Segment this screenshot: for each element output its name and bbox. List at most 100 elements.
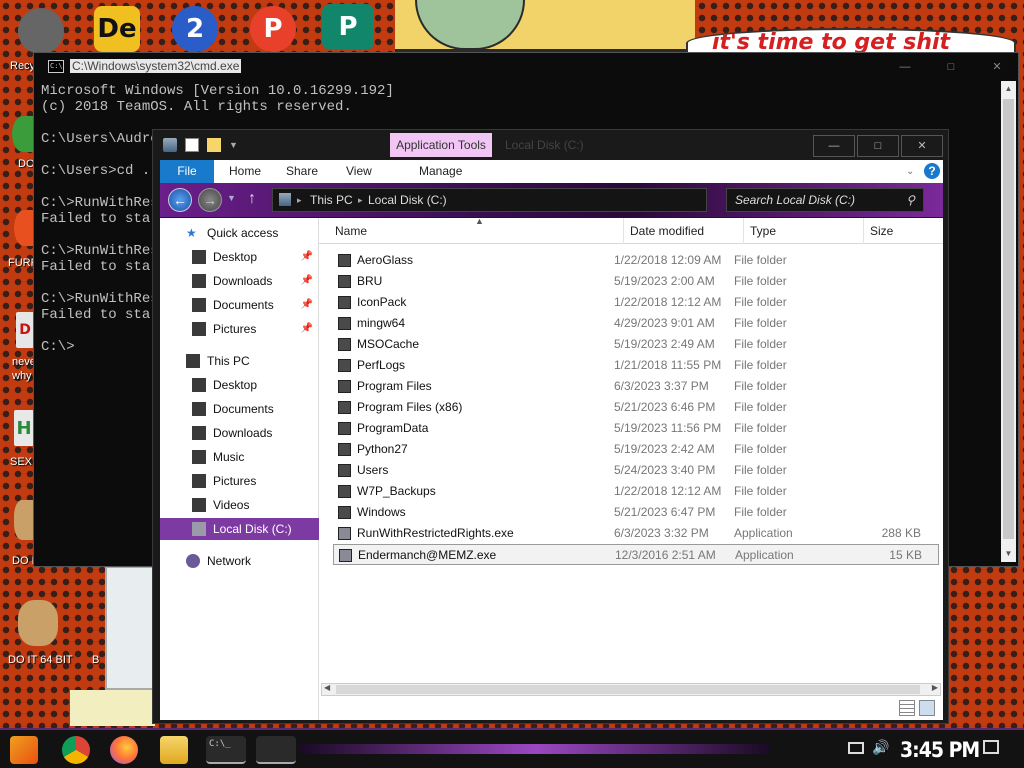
scroll-thumb[interactable]: [1003, 99, 1014, 539]
file-row[interactable]: BRU 5/19/2023 2:00 AM File folder: [333, 271, 939, 292]
horizontal-scrollbar[interactable]: ◀ ▶: [321, 683, 941, 696]
desktop-label: Recy: [10, 60, 36, 72]
firefox-icon[interactable]: [110, 736, 138, 764]
column-size[interactable]: Size: [863, 218, 943, 244]
chrome-icon[interactable]: [62, 736, 90, 764]
notifications-icon[interactable]: [983, 740, 999, 754]
start-icon[interactable]: [10, 736, 38, 764]
desktop-icon-chrome[interactable]: [12, 116, 34, 152]
column-name[interactable]: Name: [329, 218, 623, 244]
nav-item-videos[interactable]: Videos: [160, 494, 319, 516]
file-row[interactable]: W7P_Backups 1/22/2018 12:12 AM File folder: [333, 481, 939, 502]
file-row[interactable]: MSOCache 5/19/2023 2:49 AM File folder: [333, 334, 939, 355]
new-folder-icon[interactable]: [207, 138, 221, 152]
file-row[interactable]: mingw64 4/29/2023 9:01 AM File folder: [333, 313, 939, 334]
up-button[interactable]: ↑: [248, 190, 256, 208]
nav-item-label: Desktop: [213, 378, 258, 392]
recent-locations-icon[interactable]: ▼: [227, 193, 236, 203]
large-icons-view-icon[interactable]: [919, 700, 935, 716]
close-button[interactable]: ✕: [901, 135, 943, 157]
nav-item-downloads[interactable]: Downloads: [160, 422, 319, 444]
back-button[interactable]: ←: [168, 188, 192, 212]
folder-icon: [338, 338, 351, 351]
desktop-icon-de[interactable]: De: [94, 6, 140, 52]
tab-view[interactable]: View: [346, 160, 372, 183]
maximize-button[interactable]: □: [932, 57, 970, 77]
nav-item-desktop[interactable]: Desktop 📌: [160, 246, 319, 268]
scroll-up-icon[interactable]: ▲: [1001, 81, 1016, 97]
scroll-right-icon[interactable]: ▶: [932, 683, 938, 692]
nav-item-pictures[interactable]: Pictures: [160, 470, 319, 492]
file-row[interactable]: AeroGlass 1/22/2018 12:09 AM File folder: [333, 250, 939, 271]
desktop-icon-p[interactable]: P: [250, 6, 296, 52]
downloads-icon: [192, 426, 206, 440]
scroll-left-icon[interactable]: ◀: [324, 683, 330, 692]
minimize-button[interactable]: —: [813, 135, 855, 157]
minimize-button[interactable]: —: [886, 57, 924, 77]
breadcrumb-local-disk[interactable]: Local Disk (C:): [368, 189, 447, 211]
nav-item-this-pc[interactable]: This PC: [160, 350, 319, 372]
cmd-icon[interactable]: C:\_: [206, 736, 246, 764]
file-row[interactable]: Endermanch@MEMZ.exe 12/3/2016 2:51 AM Appl…: [333, 544, 939, 565]
nav-item-network[interactable]: Network: [160, 550, 319, 572]
desktop-icon-sex[interactable]: H: [14, 410, 34, 446]
clock[interactable]: 3:45 PM: [900, 738, 980, 762]
desktop-icon-recycle[interactable]: [18, 8, 64, 54]
scroll-thumb[interactable]: [336, 685, 920, 694]
tab-home[interactable]: Home: [229, 160, 261, 183]
cmd-scrollbar[interactable]: ▲ ▼: [1001, 81, 1016, 562]
folder-icon: [338, 422, 351, 435]
expand-ribbon-icon[interactable]: ⌄: [906, 160, 914, 183]
app-icon[interactable]: [256, 736, 296, 764]
nav-item-pictures[interactable]: Pictures 📌: [160, 318, 319, 340]
tab-share[interactable]: Share: [286, 160, 318, 183]
nav-item-label: Quick access: [207, 226, 279, 240]
nav-item-music[interactable]: Music: [160, 446, 319, 468]
details-view-icon[interactable]: [899, 700, 915, 716]
file-row[interactable]: IconPack 1/22/2018 12:12 AM File folder: [333, 292, 939, 313]
nav-item-quick-access[interactable]: ★ Quick access: [160, 222, 319, 244]
volume-icon[interactable]: 🔊: [872, 739, 889, 756]
properties-icon[interactable]: [185, 138, 199, 152]
desktop-icon-publisher[interactable]: P: [322, 4, 374, 50]
file-date: 6/3/2023 3:37 PM: [614, 379, 709, 393]
desktop-icon-dg[interactable]: D: [16, 312, 34, 348]
nav-item-local-disk-c[interactable]: Local Disk (C:): [160, 518, 319, 540]
file-row[interactable]: Windows 5/21/2023 6:47 PM File folder: [333, 502, 939, 523]
column-type[interactable]: Type: [743, 218, 863, 244]
column-date-modified[interactable]: Date modified: [623, 218, 743, 244]
folder-icon: [338, 401, 351, 414]
tab-manage[interactable]: Manage: [419, 160, 462, 183]
cmd-titlebar[interactable]: C:\ C:\Windows\system32\cmd.exe — □ ✕: [34, 53, 1018, 81]
explorer-window[interactable]: ▼ Application Tools Local Disk (C:) — □ …: [152, 129, 949, 724]
network-icon[interactable]: [848, 742, 864, 754]
maximize-button[interactable]: □: [857, 135, 899, 157]
search-input[interactable]: Search Local Disk (C:) ⚲: [726, 188, 924, 212]
nav-item-documents[interactable]: Documents 📌: [160, 294, 319, 316]
file-row[interactable]: RunWithRestrictedRights.exe 6/3/2023 3:32…: [333, 523, 939, 544]
tab-file[interactable]: File: [160, 160, 214, 183]
address-bar[interactable]: ▸ This PC ▸ Local Disk (C:): [272, 188, 707, 212]
file-row[interactable]: Users 5/24/2023 3:40 PM File folder: [333, 460, 939, 481]
breadcrumb-this-pc[interactable]: This PC: [310, 189, 353, 211]
nav-item-documents[interactable]: Documents: [160, 398, 319, 420]
nav-item-downloads[interactable]: Downloads 📌: [160, 270, 319, 292]
desktop-icon-furr[interactable]: [14, 210, 34, 246]
file-row[interactable]: Program Files (x86) 5/21/2023 6:46 PM File…: [333, 397, 939, 418]
pc-icon: [279, 193, 291, 206]
desktop-icon-doi-1[interactable]: [14, 500, 34, 540]
chevron-down-icon[interactable]: ▼: [229, 138, 243, 152]
nav-item-desktop[interactable]: Desktop: [160, 374, 319, 396]
forward-button[interactable]: →: [198, 188, 222, 212]
desktop-icon-2[interactable]: 2: [172, 6, 218, 52]
file-row[interactable]: ProgramData 5/19/2023 11:56 PM File folder: [333, 418, 939, 439]
close-button[interactable]: ✕: [978, 57, 1016, 77]
desktop-icon-doi-2[interactable]: [18, 600, 58, 646]
scroll-down-icon[interactable]: ▼: [1001, 546, 1016, 562]
file-explorer-icon[interactable]: [160, 736, 188, 764]
search-icon[interactable]: ⚲: [906, 189, 915, 211]
file-row[interactable]: PerfLogs 1/21/2018 11:55 PM File folder: [333, 355, 939, 376]
help-icon[interactable]: ?: [924, 163, 940, 179]
file-row[interactable]: Program Files 6/3/2023 3:37 PM File folder: [333, 376, 939, 397]
file-row[interactable]: Python27 5/19/2023 2:42 AM File folder: [333, 439, 939, 460]
